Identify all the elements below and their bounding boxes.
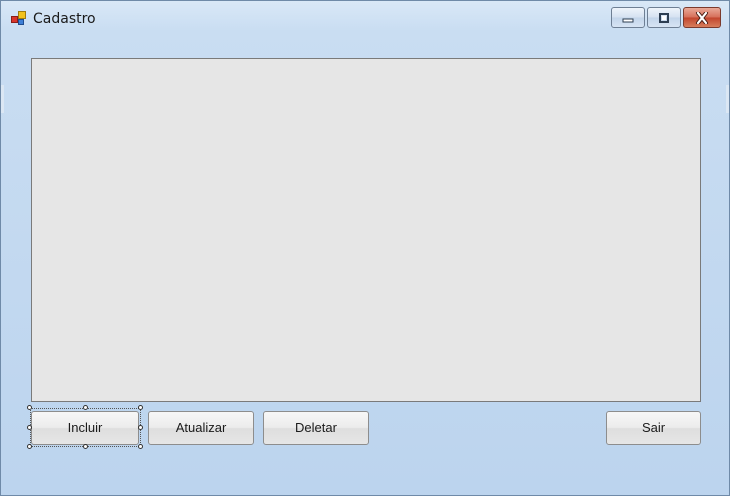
left-resize-grip[interactable] xyxy=(1,85,4,113)
app-icon[interactable] xyxy=(11,10,27,26)
title-bar[interactable]: Cadastro xyxy=(1,1,729,35)
incluir-button[interactable]: Incluir xyxy=(31,411,139,445)
caption-buttons xyxy=(611,7,721,29)
deletar-button[interactable]: Deletar xyxy=(263,411,369,445)
main-window: Cadastro Incluir Atualizar Deletar Sair xyxy=(0,0,730,496)
resize-handle-top-left[interactable] xyxy=(27,405,32,410)
minimize-icon xyxy=(622,18,634,22)
window-title: Cadastro xyxy=(33,11,96,27)
atualizar-button[interactable]: Atualizar xyxy=(148,411,254,445)
resize-handle-top-right[interactable] xyxy=(138,405,143,410)
data-grid[interactable] xyxy=(31,58,701,402)
minimize-button[interactable] xyxy=(611,7,645,28)
resize-handle-bottom-left[interactable] xyxy=(27,444,32,449)
right-resize-grip[interactable] xyxy=(726,85,729,113)
resize-handle-top[interactable] xyxy=(83,405,88,410)
form-client-area: Incluir Atualizar Deletar Sair xyxy=(9,35,721,489)
sair-button[interactable]: Sair xyxy=(606,411,701,445)
restore-icon xyxy=(659,12,669,23)
close-button[interactable] xyxy=(683,7,721,28)
close-icon xyxy=(696,11,708,24)
resize-handle-bottom-right[interactable] xyxy=(138,444,143,449)
maximize-button[interactable] xyxy=(647,7,681,28)
